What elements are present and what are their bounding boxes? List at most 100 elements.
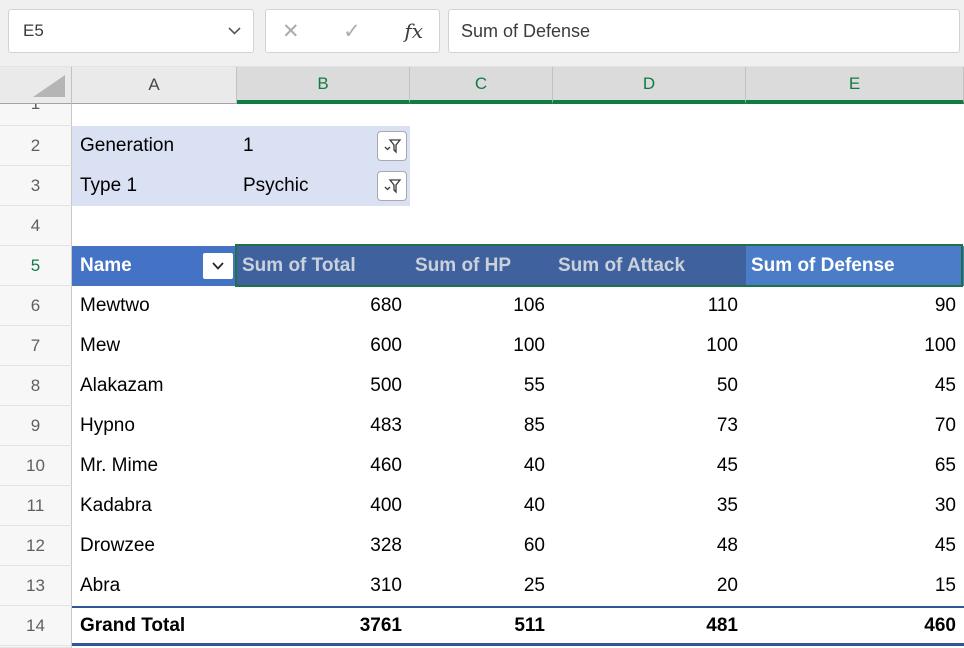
cell-d11[interactable]: 35 <box>553 486 746 526</box>
cell-a10-name[interactable]: Mr. Mime <box>72 446 237 486</box>
cell-a1[interactable] <box>72 104 237 126</box>
filter-label-type-1[interactable]: Type 1 <box>72 166 237 206</box>
row-header-3[interactable]: 3 <box>0 166 72 206</box>
grand-total-d[interactable]: 481 <box>553 608 746 643</box>
cell-e13[interactable]: 15 <box>746 566 964 606</box>
cell-c11[interactable]: 40 <box>410 486 553 526</box>
filter-dropdown-button-generation[interactable] <box>377 131 407 161</box>
filter-dropdown-button-type-1[interactable] <box>377 171 407 201</box>
column-header-c[interactable]: C <box>410 67 553 104</box>
cell-d2[interactable] <box>553 126 746 166</box>
cell-e11[interactable]: 30 <box>746 486 964 526</box>
cell-d10[interactable]: 45 <box>553 446 746 486</box>
row-header-10[interactable]: 10 <box>0 446 72 486</box>
row-header-6[interactable]: 6 <box>0 286 72 326</box>
cell-d9[interactable]: 73 <box>553 406 746 446</box>
cell-d6[interactable]: 110 <box>553 286 746 326</box>
cell-a6-name[interactable]: Mewtwo <box>72 286 237 326</box>
cell-c1[interactable] <box>410 104 553 126</box>
pivot-header-sum-of-attack[interactable]: Sum of Attack <box>553 246 746 286</box>
pivot-header-sum-of-total[interactable]: Sum of Total <box>237 246 410 286</box>
row-header-12[interactable]: 12 <box>0 526 72 566</box>
pivot-header-sum-of-hp[interactable]: Sum of HP <box>410 246 553 286</box>
filter-value-generation[interactable]: 1 <box>237 126 410 166</box>
cell-c6[interactable]: 106 <box>410 286 553 326</box>
cell-c12[interactable]: 60 <box>410 526 553 566</box>
row-header-1[interactable]: 1 <box>0 104 72 126</box>
cell-e3[interactable] <box>746 166 964 206</box>
row-header-7[interactable]: 7 <box>0 326 72 366</box>
cell-d3[interactable] <box>553 166 746 206</box>
cell-b8[interactable]: 500 <box>237 366 410 406</box>
cell-e6[interactable]: 90 <box>746 286 964 326</box>
cell-b12[interactable]: 328 <box>237 526 410 566</box>
name-filter-dropdown-button[interactable] <box>203 253 233 279</box>
row-header-5[interactable]: 5 <box>0 246 72 286</box>
column-header-b[interactable]: B <box>237 67 410 104</box>
filter-value-type-1[interactable]: Psychic <box>237 166 410 206</box>
column-header-d[interactable]: D <box>553 67 746 104</box>
cell-d4[interactable] <box>553 206 746 246</box>
column-header-a[interactable]: A <box>72 67 237 104</box>
row-header-11[interactable]: 11 <box>0 486 72 526</box>
cell-c9[interactable]: 85 <box>410 406 553 446</box>
cell-b9[interactable]: 483 <box>237 406 410 446</box>
cell-e1[interactable] <box>746 104 964 126</box>
cell-a12-name[interactable]: Drowzee <box>72 526 237 566</box>
cell-a13-name[interactable]: Abra <box>72 566 237 606</box>
cell-e7[interactable]: 100 <box>746 326 964 366</box>
cell-a9-name[interactable]: Hypno <box>72 406 237 446</box>
cell-c10[interactable]: 40 <box>410 446 553 486</box>
cell-c8[interactable]: 55 <box>410 366 553 406</box>
cell-d12[interactable]: 48 <box>553 526 746 566</box>
cell-e10[interactable]: 65 <box>746 446 964 486</box>
cell-b1[interactable] <box>237 104 410 126</box>
filter-label-generation[interactable]: Generation <box>72 126 237 166</box>
cell-c4[interactable] <box>410 206 553 246</box>
cell-b13[interactable]: 310 <box>237 566 410 606</box>
cell-b10[interactable]: 460 <box>237 446 410 486</box>
column-header-e[interactable]: E <box>746 67 964 104</box>
row-header-14[interactable]: 14 <box>0 606 72 646</box>
cell-b11[interactable]: 400 <box>237 486 410 526</box>
pivot-header-name[interactable]: Name <box>72 246 237 286</box>
cell-e2[interactable] <box>746 126 964 166</box>
cell-a4[interactable] <box>72 206 237 246</box>
cell-c2[interactable] <box>410 126 553 166</box>
cell-e12[interactable]: 45 <box>746 526 964 566</box>
row-header-9[interactable]: 9 <box>0 406 72 446</box>
row-header-4[interactable]: 4 <box>0 206 72 246</box>
cell-d8[interactable]: 50 <box>553 366 746 406</box>
grand-total-b[interactable]: 3761 <box>237 608 410 643</box>
row-1-clipped-number: 1 <box>0 104 71 124</box>
name-box[interactable]: E5 <box>8 9 254 53</box>
formula-input[interactable]: Sum of Defense <box>448 9 960 53</box>
cell-c3[interactable] <box>410 166 553 206</box>
cell-a8-name[interactable]: Alakazam <box>72 366 237 406</box>
row-header-2[interactable]: 2 <box>0 126 72 166</box>
grand-total-c[interactable]: 511 <box>410 608 553 643</box>
cell-c7[interactable]: 100 <box>410 326 553 366</box>
cell-b7[interactable]: 600 <box>237 326 410 366</box>
cell-d13[interactable]: 20 <box>553 566 746 606</box>
row-header-8[interactable]: 8 <box>0 366 72 406</box>
insert-function-icon[interactable]: fx <box>404 19 423 43</box>
select-all-corner[interactable] <box>0 67 72 104</box>
cell-b6[interactable]: 680 <box>237 286 410 326</box>
cell-c13[interactable]: 25 <box>410 566 553 606</box>
cancel-icon[interactable]: ✕ <box>282 19 300 44</box>
cell-a7-name[interactable]: Mew <box>72 326 237 366</box>
enter-icon[interactable]: ✓ <box>343 19 361 44</box>
pivot-header-sum-of-defense[interactable]: Sum of Defense <box>746 246 964 286</box>
cell-d7[interactable]: 100 <box>553 326 746 366</box>
name-box-chevron-down-icon[interactable] <box>228 27 241 35</box>
cell-e8[interactable]: 45 <box>746 366 964 406</box>
grand-total-label[interactable]: Grand Total <box>72 608 237 643</box>
cell-e9[interactable]: 70 <box>746 406 964 446</box>
grand-total-e[interactable]: 460 <box>746 608 964 643</box>
cell-e4[interactable] <box>746 206 964 246</box>
cell-b4[interactable] <box>237 206 410 246</box>
row-header-13[interactable]: 13 <box>0 566 72 606</box>
cell-a11-name[interactable]: Kadabra <box>72 486 237 526</box>
cell-d1[interactable] <box>553 104 746 126</box>
